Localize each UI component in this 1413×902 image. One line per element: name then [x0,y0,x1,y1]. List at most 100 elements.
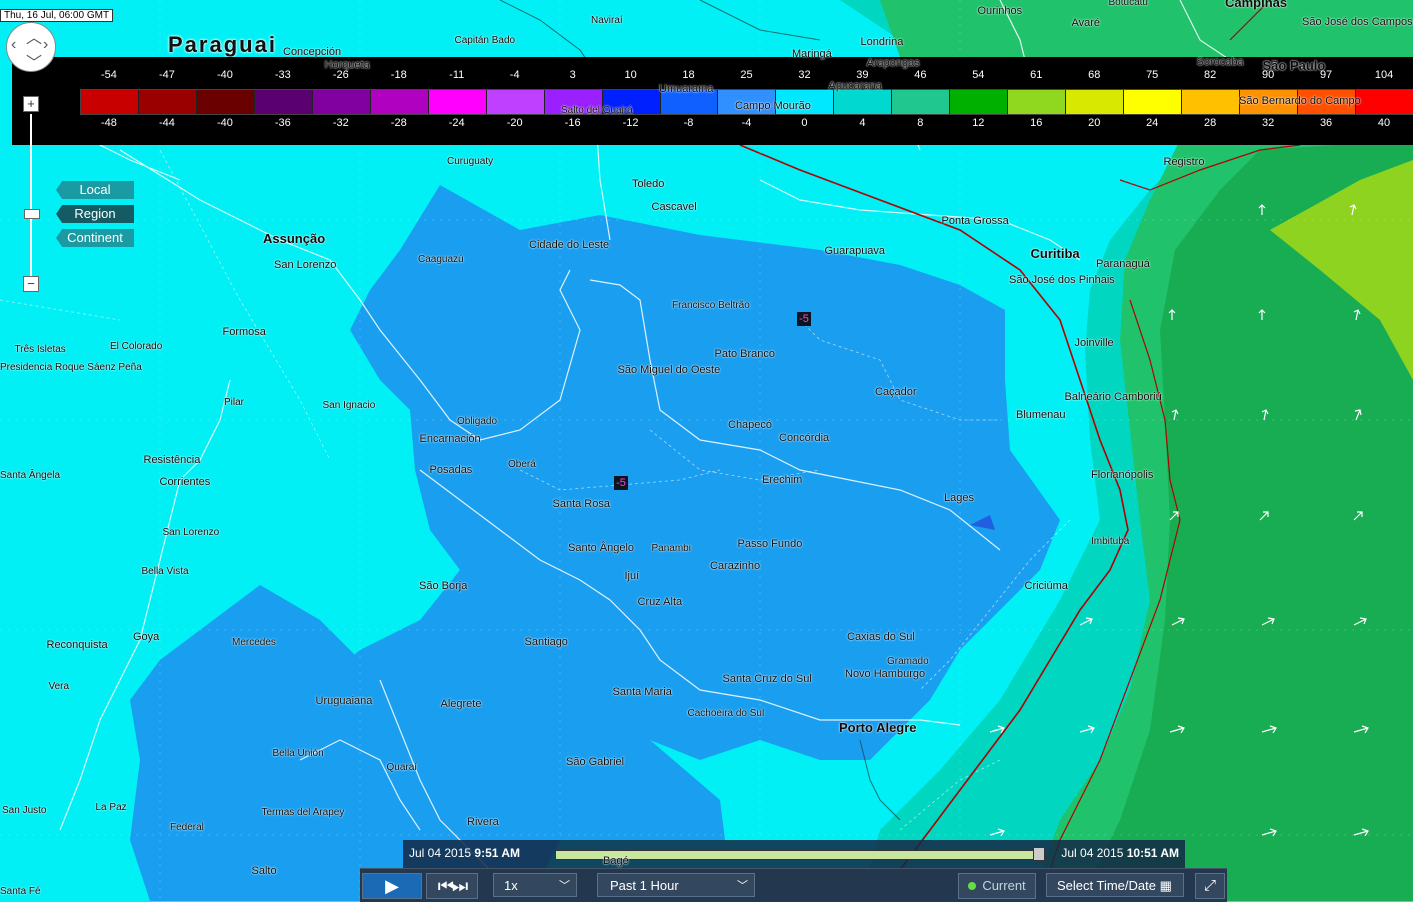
city-label: Encarnación [419,433,481,445]
current-button[interactable]: Current [958,873,1036,899]
city-label: Balneário Camboriú [1064,391,1162,403]
city-label: Corrientes [159,476,211,488]
chevron-down-icon: ﹀ [559,880,570,892]
city-label: Florianópolis [1091,469,1154,481]
level-region-button[interactable]: Region [56,205,134,223]
legend-label: 3 [569,69,576,81]
city-label: Imbituba [1091,536,1130,547]
level-continent-button[interactable]: Continent [56,229,134,247]
city-label: Cachoeira do Sul [687,708,765,719]
city-label: São Paulo [1262,58,1326,73]
value-marker[interactable]: -5 [614,476,628,490]
city-label: Erechim [762,474,803,486]
legend-label: -47 [158,69,175,81]
pan-left-icon[interactable]: ‹ [11,36,16,54]
legend-swatch [254,90,313,114]
legend-label: -4 [741,117,752,129]
legend-label: 25 [740,69,753,81]
city-label: Obligado [457,416,498,427]
legend-swatch [196,90,255,114]
current-label: Current [982,878,1026,893]
city-label: Porto Alegre [839,720,917,735]
legend-label: -44 [158,117,175,129]
city-label: Campo Mourão [735,100,811,112]
zoom-slider-track[interactable] [30,114,32,278]
value-marker[interactable]: -5 [797,312,811,326]
city-label: Santo Ângelo [568,542,635,554]
select-date-label: Select Time/Date [1057,878,1156,893]
period-select[interactable]: Past 1 Hour ﹀ [597,873,755,897]
city-label: Apucarana [828,80,882,92]
city-label: São Bernardo do Campo [1239,95,1361,107]
pan-up-icon[interactable]: ︿ [26,24,42,48]
city-label: Rivera [467,816,499,828]
city-label: Ponta Grossa [941,215,1009,227]
legend-label: 32 [798,69,811,81]
legend-label: -40 [216,117,233,129]
city-label: Três Isletas [14,344,66,355]
level-local-button[interactable]: Local [56,181,134,199]
city-label: Quaraí [386,762,418,773]
city-label: Lages [944,492,974,504]
city-label: Concórdia [779,432,830,444]
city-label: La Paz [95,802,127,813]
legend-label: -20 [506,117,523,129]
city-label: Posadas [429,464,473,476]
city-label: Cidade do Leste [529,239,610,251]
city-label: Panambi [651,543,691,554]
timeline-handle[interactable] [1033,847,1045,861]
legend-label: 28 [1204,117,1217,129]
zoom-in-icon[interactable]: + [23,96,39,112]
city-label: Caxias do Sul [847,631,915,643]
calendar-icon: ▦ [1159,878,1172,893]
pan-right-icon[interactable]: › [43,36,48,54]
legend-label: 0 [801,117,808,129]
pan-down-icon[interactable]: ﹀ [26,49,42,73]
pan-control[interactable]: ︿ ﹀ ‹ › [6,22,56,72]
city-label: Campinas [1225,0,1288,10]
legend-label: 82 [1204,69,1217,81]
period-value: Past 1 Hour [610,878,679,893]
city-label: Termas del Arapey [261,807,345,818]
city-label: San Lorenzo [274,259,337,271]
speed-value: 1x [504,878,518,893]
zoom-slider-handle[interactable] [24,209,40,219]
city-label: San Ignacio [322,400,376,411]
play-button[interactable]: ▶ [362,873,422,899]
city-label: Bagé [603,855,629,867]
speed-select[interactable]: 1x ﹀ [493,873,577,897]
country-label: Paraguai [168,32,277,57]
legend-swatch [1066,90,1125,114]
city-label: Registro [1163,156,1205,168]
select-date-button[interactable]: Select Time/Date ▦ [1046,873,1184,897]
city-label: Chapecó [728,419,773,431]
legend-swatch [1182,90,1241,114]
timeline-end: Jul 04 2015 10:51 AM [1061,846,1179,860]
city-label: San Justo [2,805,47,816]
legend-label: -11 [449,69,465,81]
city-label: Salto del Guairá [561,105,633,116]
legend-label: 36 [1319,117,1333,129]
legend-swatch [486,90,545,114]
skip-controls[interactable]: ⏮⏭ [426,873,478,899]
timeline-bar: Jul 04 2015 9:51 AM Jul 04 2015 10:51 AM [403,840,1185,868]
legend-swatch [950,90,1009,114]
city-label: São Gabriel [566,756,625,768]
legend-label: -18 [390,69,407,81]
city-label: Santa Maria [612,686,672,698]
city-label: Oberá [508,459,536,470]
color-legend: -54 -47 -40 -33 -26 -18 -11 -4 3 10 18 25 32 39 46 54 61… [12,57,1413,145]
legend-label: 4 [859,117,866,129]
skip-forward-icon[interactable]: ⏭ [452,876,468,896]
skip-back-icon[interactable]: ⏮ [438,876,454,896]
city-label: Federal [170,822,204,833]
legend-label: -54 [101,69,117,81]
expand-button[interactable]: ⤢ [1195,873,1225,899]
city-label: Vera [48,681,70,692]
zoom-out-icon[interactable]: − [23,276,39,292]
legend-swatch [312,90,371,114]
legend-swatch [81,90,139,114]
city-label: Avaré [1071,17,1101,29]
city-label: Alegrete [440,698,482,710]
city-label: Santa Fé [0,886,41,897]
